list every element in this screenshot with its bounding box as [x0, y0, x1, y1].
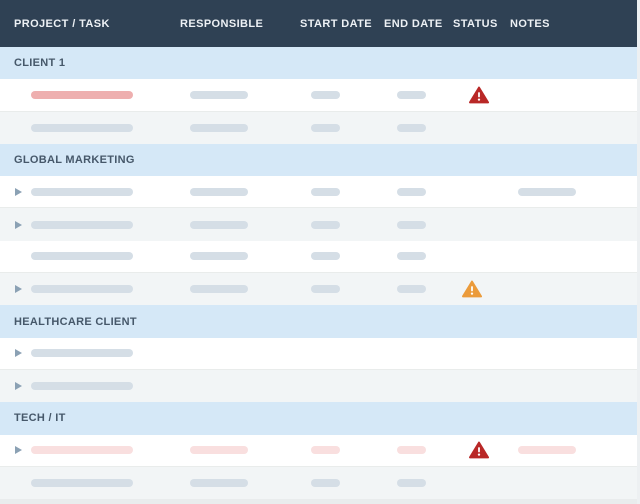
task-placeholder-bar	[31, 91, 133, 99]
notes-placeholder-bar	[518, 446, 576, 454]
red-warning-triangle-icon[interactable]	[469, 86, 489, 104]
responsible-placeholder-bar	[190, 285, 248, 293]
end-placeholder-bar	[397, 91, 426, 99]
column-header-responsible[interactable]: RESPONSIBLE	[180, 18, 263, 30]
responsible-placeholder-bar	[190, 124, 248, 132]
section-row-client-1[interactable]: CLIENT 1	[0, 47, 637, 79]
responsible-placeholder-bar	[190, 479, 248, 487]
start-placeholder-bar	[311, 446, 340, 454]
column-header-start-date[interactable]: START DATE	[300, 18, 372, 30]
task-placeholder-bar	[31, 252, 133, 260]
end-placeholder-bar	[397, 188, 426, 196]
notes-placeholder-bar	[518, 188, 576, 196]
task-row[interactable]	[0, 370, 637, 402]
column-header-end-date[interactable]: END DATE	[384, 18, 443, 30]
expand-caret-icon[interactable]	[15, 221, 22, 229]
task-placeholder-bar	[31, 349, 133, 357]
task-row[interactable]	[0, 273, 637, 305]
responsible-placeholder-bar	[190, 446, 248, 454]
responsible-placeholder-bar	[190, 221, 248, 229]
task-row[interactable]	[0, 435, 637, 467]
responsible-placeholder-bar	[190, 188, 248, 196]
end-placeholder-bar	[397, 479, 426, 487]
end-placeholder-bar	[397, 252, 426, 260]
section-row-global-marketing[interactable]: GLOBAL MARKETING	[0, 144, 637, 176]
task-placeholder-bar	[31, 479, 133, 487]
column-header-project-task[interactable]: PROJECT / TASK	[14, 18, 110, 30]
responsible-placeholder-bar	[190, 252, 248, 260]
section-row-tech-it[interactable]: TECH / IT	[0, 402, 637, 434]
end-placeholder-bar	[397, 285, 426, 293]
column-header-notes[interactable]: NOTES	[510, 18, 550, 30]
column-header-status[interactable]: STATUS	[453, 18, 498, 30]
start-placeholder-bar	[311, 285, 340, 293]
section-row-healthcare-client[interactable]: HEALTHCARE CLIENT	[0, 305, 637, 337]
table-body: CLIENT 1 GLOBAL MARKETING HEALTHCARE CLIEN…	[0, 47, 637, 499]
expand-caret-icon[interactable]	[15, 188, 22, 196]
section-label: CLIENT 1	[14, 57, 65, 69]
expand-caret-icon[interactable]	[15, 349, 22, 357]
task-placeholder-bar	[31, 124, 133, 132]
responsible-placeholder-bar	[190, 91, 248, 99]
start-placeholder-bar	[311, 479, 340, 487]
start-placeholder-bar	[311, 91, 340, 99]
start-placeholder-bar	[311, 188, 340, 196]
red-warning-triangle-icon[interactable]	[469, 441, 489, 459]
start-placeholder-bar	[311, 221, 340, 229]
task-placeholder-bar	[31, 221, 133, 229]
task-row[interactable]	[0, 176, 637, 208]
project-task-table: PROJECT / TASK RESPONSIBLE START DATE EN…	[0, 0, 640, 504]
table-header-row: PROJECT / TASK RESPONSIBLE START DATE EN…	[0, 0, 637, 47]
end-placeholder-bar	[397, 221, 426, 229]
task-placeholder-bar	[31, 188, 133, 196]
task-row[interactable]	[0, 112, 637, 144]
task-placeholder-bar	[31, 285, 133, 293]
task-row[interactable]	[0, 467, 637, 499]
task-placeholder-bar	[31, 382, 133, 390]
task-row[interactable]	[0, 79, 637, 111]
start-placeholder-bar	[311, 252, 340, 260]
task-row[interactable]	[0, 208, 637, 240]
section-label: HEALTHCARE CLIENT	[14, 316, 137, 328]
expand-caret-icon[interactable]	[15, 446, 22, 454]
start-placeholder-bar	[311, 124, 340, 132]
section-label: TECH / IT	[14, 412, 66, 424]
bottom-edge-strip	[0, 499, 640, 504]
expand-caret-icon[interactable]	[15, 382, 22, 390]
task-row[interactable]	[0, 338, 637, 370]
end-placeholder-bar	[397, 124, 426, 132]
section-label: GLOBAL MARKETING	[14, 154, 135, 166]
expand-caret-icon[interactable]	[15, 285, 22, 293]
task-placeholder-bar	[31, 446, 133, 454]
task-row[interactable]	[0, 241, 637, 273]
orange-warning-triangle-icon[interactable]	[462, 280, 482, 298]
end-placeholder-bar	[397, 446, 426, 454]
